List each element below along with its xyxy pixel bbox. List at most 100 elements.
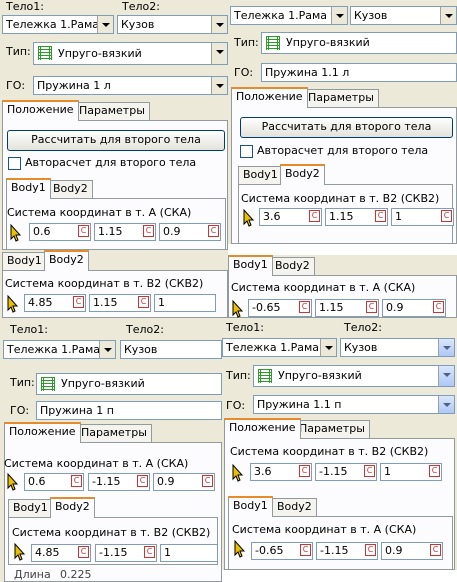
- c-badge-icon[interactable]: C: [441, 210, 452, 222]
- c-badge-icon[interactable]: C: [430, 544, 441, 556]
- c-badge-icon[interactable]: C: [429, 465, 440, 477]
- tab-body1[interactable]: Body1: [8, 499, 53, 517]
- c-badge-icon[interactable]: C: [208, 225, 219, 237]
- coord-z-field[interactable]: 1: [154, 294, 216, 312]
- tab-body2[interactable]: Body2: [280, 164, 325, 185]
- c-badge-icon[interactable]: C: [73, 296, 84, 308]
- tab-body2[interactable]: Body2: [270, 257, 315, 275]
- coord-x-field[interactable]: 4.85 C: [24, 294, 86, 312]
- tab-body2[interactable]: Body2: [48, 180, 93, 198]
- chevron-down-icon[interactable]: [211, 16, 227, 33]
- body2-select[interactable]: Кузов: [117, 15, 228, 34]
- pointer-icon[interactable]: [241, 208, 259, 227]
- chevron-down-icon[interactable]: [440, 7, 456, 24]
- c-badge-icon[interactable]: C: [366, 301, 377, 313]
- body1-select[interactable]: Тележка 1.Рама те: [230, 6, 348, 25]
- pointer-icon[interactable]: [8, 223, 26, 242]
- type-select[interactable]: Упруго-вязкий: [36, 373, 222, 395]
- chevron-down-icon[interactable]: [438, 396, 454, 413]
- auto-calc-checkbox[interactable]: [8, 157, 21, 170]
- c-badge-icon[interactable]: C: [365, 544, 376, 556]
- tab-body1[interactable]: Body1: [6, 178, 51, 199]
- coord-y-field[interactable]: -1.15 C: [95, 544, 157, 562]
- coord-z-field[interactable]: 1: [160, 544, 218, 562]
- tab-position[interactable]: Положение: [2, 100, 79, 121]
- pointer-icon[interactable]: [5, 472, 23, 491]
- type-select[interactable]: Упруго-вязкий: [253, 365, 455, 387]
- go-select[interactable]: Пружина 1.1 л: [261, 63, 457, 82]
- c-badge-icon[interactable]: C: [364, 465, 375, 477]
- tab-body2[interactable]: Body2: [50, 497, 95, 518]
- pointer-icon[interactable]: [230, 299, 248, 318]
- c-badge-icon[interactable]: C: [299, 301, 310, 313]
- chevron-down-icon[interactable]: [438, 339, 454, 356]
- chevron-down-icon[interactable]: [320, 339, 336, 356]
- calc-second-body-button[interactable]: Рассчитать для второго тела: [7, 130, 225, 151]
- c-badge-icon[interactable]: C: [71, 475, 82, 487]
- tab-body2[interactable]: Body2: [272, 498, 317, 516]
- coord-y-field[interactable]: 1.15 C: [94, 223, 156, 241]
- tab-parameters[interactable]: Параметры: [294, 420, 370, 438]
- c-badge-icon[interactable]: C: [309, 210, 320, 222]
- body1-select[interactable]: Тележка 1.Рама те: [222, 338, 337, 357]
- chevron-down-icon[interactable]: [97, 16, 113, 33]
- tab-position[interactable]: Положение: [224, 418, 301, 439]
- coord-y-field[interactable]: 1.15 C: [89, 294, 151, 312]
- tab-body1[interactable]: Body1: [228, 255, 273, 276]
- tab-body1[interactable]: Body1: [228, 496, 273, 517]
- c-badge-icon[interactable]: C: [78, 546, 89, 558]
- tab-position[interactable]: Положение: [4, 422, 81, 443]
- coord-z-field[interactable]: 1C: [391, 208, 454, 226]
- coord-y-field[interactable]: -1.15 C: [315, 463, 377, 481]
- coord-z-field[interactable]: 1C: [380, 463, 442, 481]
- go-select[interactable]: Пружина 1 л: [33, 76, 228, 95]
- pointer-icon[interactable]: [12, 542, 30, 561]
- coord-z-field[interactable]: 0.9 C: [382, 299, 446, 317]
- coord-y-field[interactable]: -1.15 C: [88, 473, 150, 491]
- tab-parameters[interactable]: Параметры: [74, 102, 150, 120]
- pointer-icon[interactable]: [230, 463, 248, 482]
- coord-x-field[interactable]: -0.65 C: [251, 542, 313, 560]
- coord-x-field[interactable]: -0.65 C: [248, 299, 312, 317]
- tab-body2[interactable]: Body2: [44, 250, 89, 271]
- pointer-icon[interactable]: [5, 294, 23, 313]
- coord-z-field[interactable]: 0.9 C: [159, 223, 221, 241]
- tab-parameters[interactable]: Параметры: [76, 424, 152, 442]
- chevron-down-icon[interactable]: [211, 43, 227, 64]
- type-select[interactable]: Упруго-вязкий: [261, 32, 457, 54]
- c-badge-icon[interactable]: C: [78, 225, 89, 237]
- tab-position[interactable]: Положение: [231, 87, 308, 108]
- c-badge-icon[interactable]: C: [300, 544, 311, 556]
- body1-select[interactable]: Тележка 1.Рама те: [3, 340, 116, 359]
- coord-y-field[interactable]: 1.15 C: [325, 208, 388, 226]
- c-badge-icon[interactable]: C: [138, 296, 149, 308]
- chevron-down-icon[interactable]: [438, 366, 454, 386]
- coord-y-field[interactable]: -1.15 C: [316, 542, 378, 560]
- coord-x-field[interactable]: 3.6 C: [259, 208, 322, 226]
- go-select[interactable]: Пружина 1 п: [36, 401, 222, 420]
- body1-select[interactable]: Тележка 1.Рама те: [2, 15, 114, 34]
- chevron-down-icon[interactable]: [99, 341, 115, 358]
- c-badge-icon[interactable]: C: [202, 475, 213, 487]
- pointer-icon[interactable]: [232, 539, 250, 558]
- c-badge-icon[interactable]: C: [375, 210, 386, 222]
- body2-select[interactable]: Кузов: [340, 338, 455, 357]
- chevron-down-icon[interactable]: [211, 77, 227, 94]
- tab-parameters[interactable]: Параметры: [303, 89, 379, 107]
- coord-z-field[interactable]: 0.9 C: [153, 473, 215, 491]
- go-select[interactable]: Пружина 1.1 п: [253, 395, 455, 414]
- coord-x-field[interactable]: 0.6 C: [24, 473, 84, 491]
- c-badge-icon[interactable]: C: [144, 546, 155, 558]
- coord-x-field[interactable]: 3.6 C: [250, 463, 312, 481]
- tab-body1[interactable]: Body1: [2, 252, 47, 270]
- body2-select[interactable]: Кузов: [120, 340, 222, 359]
- c-badge-icon[interactable]: C: [433, 301, 444, 313]
- coord-y-field[interactable]: 1.15 C: [315, 299, 379, 317]
- coord-x-field[interactable]: 0.6 C: [29, 223, 91, 241]
- coord-z-field[interactable]: 0.9 C: [381, 542, 443, 560]
- coord-x-field[interactable]: 4.85 C: [31, 544, 91, 562]
- c-badge-icon[interactable]: C: [137, 475, 148, 487]
- tab-body1[interactable]: Body1: [238, 166, 283, 184]
- body2-select[interactable]: Кузов: [350, 6, 457, 25]
- chevron-down-icon[interactable]: [331, 7, 347, 24]
